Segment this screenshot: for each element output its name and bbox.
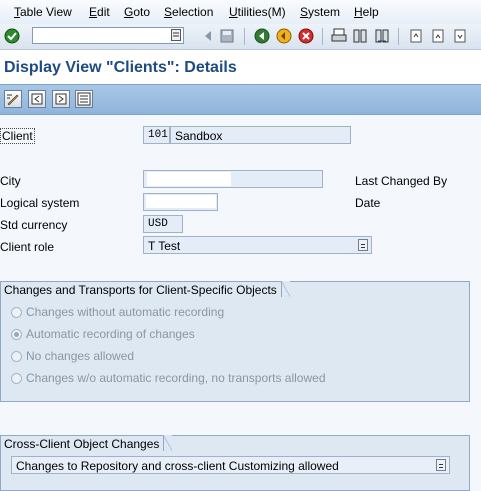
- first-page-icon[interactable]: [407, 27, 425, 45]
- command-field[interactable]: [32, 27, 184, 44]
- logical-system-label: Logical system: [0, 196, 80, 210]
- toolbar-separator: [244, 28, 245, 45]
- radio-button-icon[interactable]: [11, 306, 22, 318]
- toolbar-separator: [322, 28, 323, 45]
- client-role-dropdown[interactable]: T Test: [143, 236, 372, 254]
- cancel-icon[interactable]: [297, 27, 315, 45]
- page-title: Display View "Clients": Details: [4, 59, 237, 76]
- radio-button-icon[interactable]: [11, 350, 22, 362]
- radio-label: Changes without automatic recording: [26, 305, 225, 319]
- radio-button-icon[interactable]: [11, 372, 22, 384]
- city-label: City: [0, 174, 21, 188]
- variable-list-icon[interactable]: [75, 90, 93, 108]
- menu-selection[interactable]: Selection: [164, 5, 213, 19]
- back-icon[interactable]: [253, 27, 271, 45]
- menu-goto[interactable]: Goto: [124, 5, 150, 19]
- cross-client-dropdown[interactable]: Changes to Repository and cross-client C…: [11, 456, 450, 474]
- radio-label: Changes w/o automatic recording, no tran…: [26, 371, 326, 385]
- radio-label: No changes allowed: [26, 349, 135, 363]
- menu-bar: Table View Edit Goto Selection Utilities…: [0, 0, 481, 25]
- changes-transports-group: Changes and Transports for Client-Specif…: [0, 281, 470, 402]
- enter-check-icon[interactable]: [3, 27, 21, 45]
- client-name-field: Sandbox: [170, 126, 351, 144]
- previous-entry-icon[interactable]: [28, 90, 46, 108]
- cross-client-group-title: Cross-Client Object Changes: [0, 435, 173, 451]
- dropdown-list-icon[interactable]: [358, 239, 368, 251]
- last-changed-by-label: Last Changed By: [355, 174, 448, 188]
- menu-table-view[interactable]: Table View: [14, 5, 72, 19]
- find-icon[interactable]: [351, 27, 369, 45]
- title-bar: Display View "Clients": Details: [0, 50, 481, 84]
- back-arrow-icon[interactable]: [199, 27, 217, 45]
- radio-label: Automatic recording of changes: [26, 327, 195, 341]
- display-change-icon[interactable]: [4, 90, 22, 108]
- exit-icon[interactable]: [275, 27, 293, 45]
- menu-system[interactable]: System: [300, 5, 340, 19]
- radio-option[interactable]: No changes allowed: [11, 349, 134, 363]
- client-role-value: T Test: [148, 239, 181, 253]
- redaction-mark: [146, 195, 216, 208]
- changes-group-title: Changes and Transports for Client-Specif…: [0, 281, 290, 297]
- previous-page-icon[interactable]: [429, 27, 447, 45]
- cross-client-group: Cross-Client Object Changes Changes to R…: [0, 435, 470, 491]
- client-role-label: Client role: [0, 240, 55, 254]
- next-page-icon[interactable]: [451, 27, 469, 45]
- std-currency-label: Std currency: [0, 218, 68, 232]
- client-label: Client: [0, 128, 35, 144]
- cross-client-value: Changes to Repository and cross-client C…: [16, 459, 339, 473]
- save-icon[interactable]: [218, 27, 236, 45]
- command-history-icon[interactable]: [170, 28, 182, 42]
- dropdown-list-icon[interactable]: [436, 459, 446, 471]
- next-entry-icon[interactable]: [52, 90, 70, 108]
- menu-utilities[interactable]: Utilities(M): [229, 5, 286, 19]
- print-icon[interactable]: [330, 27, 348, 45]
- std-currency-field: USD: [143, 215, 183, 233]
- find-next-icon[interactable]: [373, 27, 391, 45]
- radio-button-selected-icon[interactable]: [11, 328, 22, 340]
- menu-help[interactable]: Help: [354, 5, 379, 19]
- radio-option[interactable]: Automatic recording of changes: [11, 327, 195, 341]
- date-label: Date: [355, 196, 381, 210]
- radio-option[interactable]: Changes without automatic recording: [11, 305, 224, 319]
- application-toolbar: [0, 84, 481, 115]
- toolbar-separator: [398, 28, 399, 45]
- menu-edit[interactable]: Edit: [89, 5, 110, 19]
- redaction-mark: [147, 172, 231, 186]
- client-number-field: 101: [143, 126, 170, 144]
- radio-option[interactable]: Changes w/o automatic recording, no tran…: [11, 371, 326, 385]
- standard-toolbar: [0, 24, 481, 50]
